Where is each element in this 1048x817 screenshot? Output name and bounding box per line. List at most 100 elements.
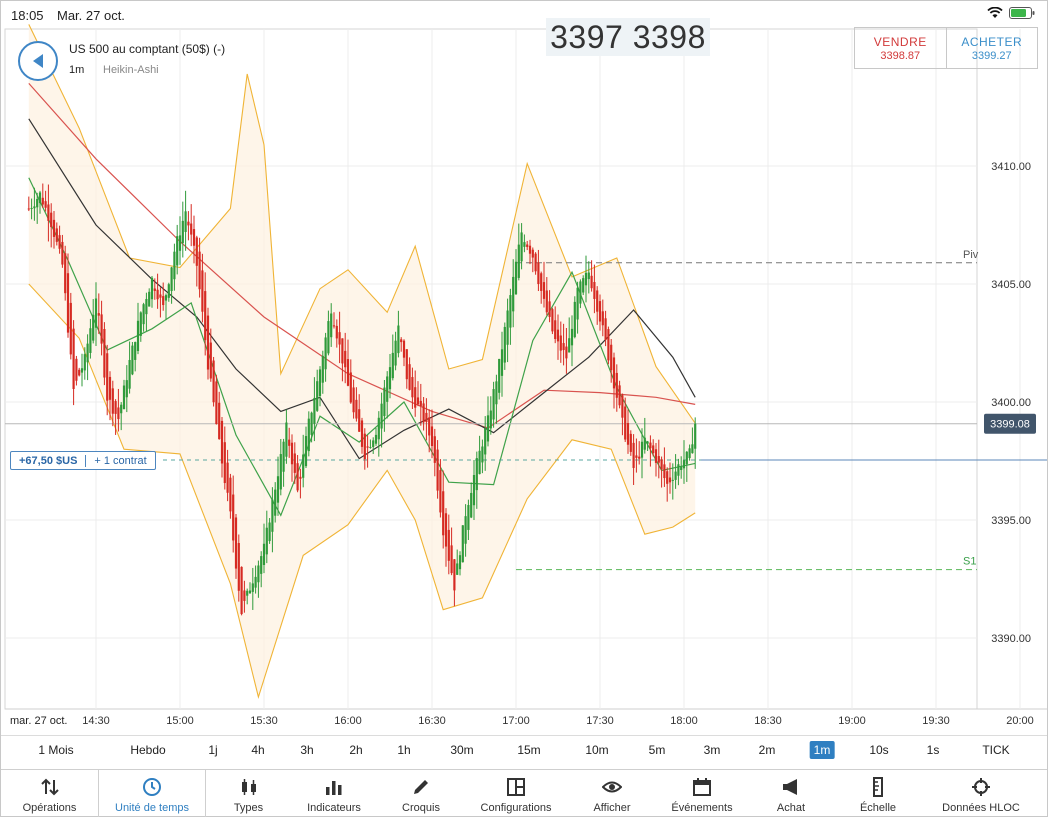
candle-body xyxy=(108,376,112,400)
candle-body xyxy=(576,287,579,320)
toolbar-button[interactable]: Achat xyxy=(747,770,835,817)
candle-body xyxy=(512,276,515,312)
candle-body xyxy=(677,464,680,476)
candle-body xyxy=(612,357,616,389)
candle-body xyxy=(260,556,263,574)
timeframe-option[interactable]: 1h xyxy=(397,743,410,757)
timeframe-option[interactable]: 1j xyxy=(208,743,217,757)
swap-arrows-icon xyxy=(1,775,98,799)
candle-body xyxy=(257,565,260,583)
timeframe-option[interactable]: 3h xyxy=(300,743,313,757)
candle-body xyxy=(579,281,582,304)
timeframe-option[interactable]: 10s xyxy=(869,743,888,757)
price-chart[interactable]: Piv S1 3410.00 3405.00 3400.00 3395.00 3390.00… xyxy=(1,1,1047,734)
candle-body xyxy=(461,525,464,563)
toolbar-button[interactable]: Afficher xyxy=(567,770,657,817)
timeframe-option[interactable]: 15m xyxy=(517,743,540,757)
candle-body xyxy=(570,328,574,346)
candle-body xyxy=(506,310,509,345)
x-tick-label: 19:30 xyxy=(922,715,950,727)
toolbar-button[interactable]: Indicateurs xyxy=(291,770,377,817)
candle-body xyxy=(528,245,532,254)
toolbar-button[interactable]: Événements xyxy=(657,770,747,817)
candle-body xyxy=(500,349,504,376)
timeframe-option[interactable]: 2h xyxy=(349,743,362,757)
candle-body xyxy=(288,439,291,446)
candle-body xyxy=(204,291,207,341)
candle-body xyxy=(540,273,543,291)
candle-body xyxy=(593,281,596,299)
position-badge[interactable]: +67,50 $US + 1 contrat xyxy=(10,451,156,470)
timeframe-option[interactable]: 4h xyxy=(251,743,264,757)
toolbar-button[interactable]: Croquis xyxy=(377,770,465,817)
sell-button[interactable]: VENDRE 3398.87 xyxy=(855,28,946,68)
battery-icon xyxy=(1009,7,1035,19)
candle-body xyxy=(83,354,86,371)
toolbar-button[interactable]: Données HLOC xyxy=(921,770,1041,817)
candle-body xyxy=(254,576,257,588)
candle-body xyxy=(691,444,694,454)
buy-button[interactable]: ACHETER 3399.27 xyxy=(945,28,1038,68)
x-tick-label: 15:00 xyxy=(166,715,194,727)
trading-app: Piv S1 3410.00 3405.00 3400.00 3395.00 3390.00… xyxy=(0,0,1048,817)
candle-body xyxy=(125,380,128,398)
x-tick-label: 16:00 xyxy=(334,715,362,727)
buy-price: 3399.27 xyxy=(971,50,1012,62)
candle-body xyxy=(324,337,327,370)
candle-body xyxy=(654,449,658,463)
candle-body xyxy=(114,401,117,414)
candle-body xyxy=(408,364,411,390)
x-date-label: mar. 27 oct. xyxy=(10,715,67,727)
timeframe-option[interactable]: 5m xyxy=(649,743,666,757)
candle-body xyxy=(503,326,506,363)
timeframe-option[interactable]: 1 Mois xyxy=(38,743,73,757)
candle-body xyxy=(629,433,632,452)
toolbar-button[interactable]: Configurations xyxy=(465,770,567,817)
candle-body xyxy=(486,415,490,442)
candle-body xyxy=(495,381,498,405)
candle-body xyxy=(209,342,212,379)
candle-body xyxy=(352,387,355,413)
candle-body xyxy=(680,466,683,471)
timeframe-option[interactable]: TICK xyxy=(982,743,1009,757)
candle-body xyxy=(436,449,439,491)
bottom-toolbar: Opérations Unité de temps Types Indicateurs… xyxy=(1,769,1047,817)
timeframe-option[interactable]: 10m xyxy=(585,743,608,757)
candle-body xyxy=(78,369,81,376)
toolbar-label: Indicateurs xyxy=(307,802,361,814)
candle-body xyxy=(80,368,84,373)
toolbar-button[interactable]: Unité de temps xyxy=(98,770,206,817)
timeframe-option[interactable]: 1s xyxy=(927,743,940,757)
candle-body xyxy=(164,295,168,301)
timeframe-option[interactable]: 30m xyxy=(450,743,473,757)
toolbar-label: Échelle xyxy=(859,802,897,814)
timeframe-option[interactable]: 3m xyxy=(704,743,721,757)
candle-body xyxy=(38,192,42,204)
candle-body xyxy=(106,353,109,401)
timeframe-option[interactable]: 1m xyxy=(809,741,835,759)
toolbar-button[interactable]: Opérations xyxy=(1,770,98,817)
candle-body xyxy=(425,412,428,422)
toolbar-button[interactable]: Types xyxy=(206,770,291,817)
candle-body xyxy=(167,284,170,298)
candle-body xyxy=(274,489,277,516)
toolbar-button[interactable]: Échelle xyxy=(835,770,921,817)
candle-body xyxy=(682,460,686,469)
candle-body xyxy=(304,436,308,467)
sell-price: 3398.87 xyxy=(880,50,921,62)
pencil-icon xyxy=(377,775,465,799)
instrument-name[interactable]: US 500 au comptant (50$) (-) xyxy=(69,42,225,56)
candle-body xyxy=(663,464,666,479)
back-button[interactable] xyxy=(18,41,58,81)
candle-body xyxy=(134,342,137,360)
candle-body xyxy=(607,329,610,361)
timeframe-option[interactable]: Hebdo xyxy=(130,743,165,757)
ruler-icon xyxy=(835,775,921,799)
timeframe-option[interactable]: 2m xyxy=(759,743,776,757)
candle-body xyxy=(358,409,361,432)
candle-body xyxy=(150,277,154,300)
candle-body xyxy=(55,228,58,242)
candle-body xyxy=(598,301,602,322)
candle-body xyxy=(610,344,613,371)
candle-body xyxy=(190,223,193,235)
